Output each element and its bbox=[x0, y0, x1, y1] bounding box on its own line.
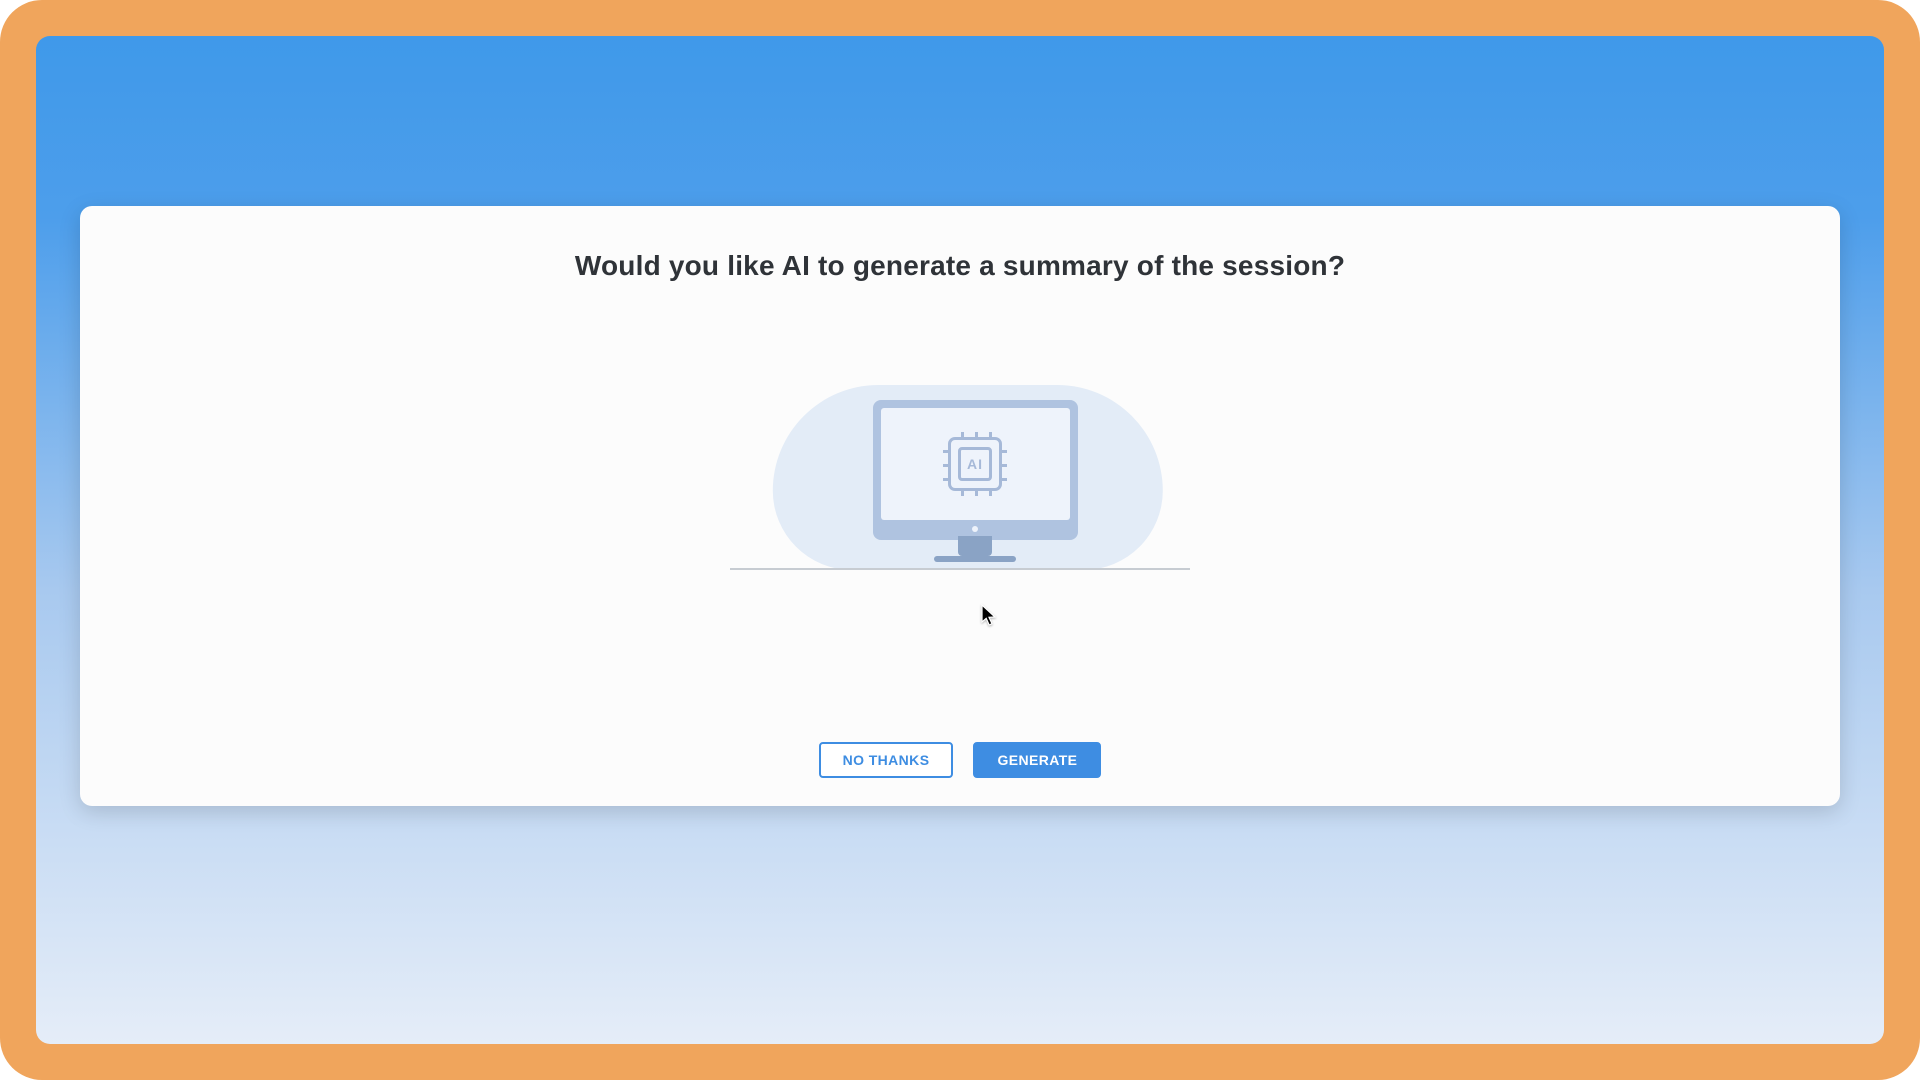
ground-line bbox=[730, 568, 1190, 570]
background-panel: Would you like AI to generate a summary … bbox=[36, 36, 1884, 1044]
ai-summary-dialog: Would you like AI to generate a summary … bbox=[80, 206, 1840, 806]
outer-frame: Would you like AI to generate a summary … bbox=[0, 0, 1920, 1080]
dialog-actions: NO THANKS GENERATE bbox=[819, 742, 1102, 778]
dialog-title: Would you like AI to generate a summary … bbox=[575, 250, 1345, 282]
generate-button[interactable]: GENERATE bbox=[973, 742, 1101, 778]
no-thanks-button[interactable]: NO THANKS bbox=[819, 742, 954, 778]
ai-chip-label: AI bbox=[958, 447, 992, 481]
ai-chip-icon: AI bbox=[948, 437, 1002, 491]
ai-computer-illustration: AI bbox=[730, 368, 1190, 588]
monitor-icon: AI bbox=[873, 400, 1078, 562]
